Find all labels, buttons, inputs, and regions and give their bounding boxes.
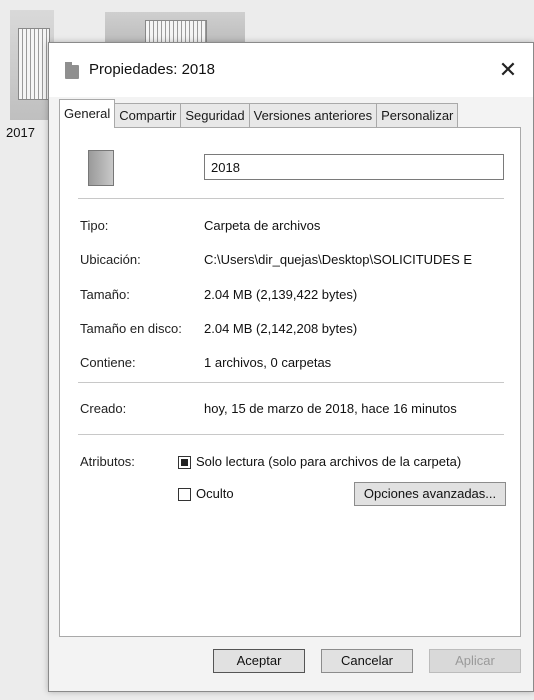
tab-versiones-anteriores[interactable]: Versiones anteriores bbox=[248, 103, 378, 128]
tab-compartir[interactable]: Compartir bbox=[114, 103, 182, 128]
type-value: Carpeta de archivos bbox=[204, 218, 321, 233]
hidden-checkbox[interactable] bbox=[178, 488, 191, 501]
created-label: Creado: bbox=[80, 401, 127, 416]
cancel-button[interactable]: Cancelar bbox=[321, 649, 413, 673]
size-label: Tamaño: bbox=[80, 287, 130, 302]
desktop-folder-label: 2017 bbox=[6, 125, 35, 140]
folder-large-icon bbox=[88, 150, 114, 186]
title-bar[interactable]: Propiedades: 2018 ✕ bbox=[49, 43, 533, 97]
size-on-disk-value: 2.04 MB (2,142,208 bytes) bbox=[204, 321, 358, 336]
folder-icon bbox=[65, 62, 79, 79]
location-label: Ubicación: bbox=[80, 252, 141, 267]
contains-label: Contiene: bbox=[80, 355, 136, 370]
location-value: C:\Users\dir_quejas\Desktop\SOLICITUDES … bbox=[204, 252, 473, 267]
close-button[interactable]: ✕ bbox=[493, 55, 523, 85]
separator bbox=[78, 434, 504, 435]
properties-dialog: Propiedades: 2018 ✕ General Compartir Se… bbox=[48, 42, 534, 692]
general-panel: Tipo: Carpeta de archivos Ubicación: C:\… bbox=[59, 127, 521, 637]
read-only-checkbox[interactable] bbox=[178, 456, 191, 469]
folder-name-input[interactable] bbox=[204, 154, 504, 180]
tab-personalizar[interactable]: Personalizar bbox=[376, 103, 459, 128]
contains-value: 1 archivos, 0 carpetas bbox=[204, 355, 332, 370]
created-value: hoy, 15 de marzo de 2018, hace 16 minuto… bbox=[204, 401, 457, 416]
tab-bar: General Compartir Seguridad Versiones an… bbox=[59, 99, 459, 128]
ok-button[interactable]: Aceptar bbox=[213, 649, 305, 673]
size-value: 2.04 MB (2,139,422 bytes) bbox=[204, 287, 358, 302]
attributes-label: Atributos: bbox=[80, 454, 135, 469]
window-title: Propiedades: 2018 bbox=[89, 61, 215, 78]
type-label: Tipo: bbox=[80, 218, 109, 233]
separator bbox=[78, 198, 504, 199]
hidden-label[interactable]: Oculto bbox=[196, 486, 234, 501]
apply-button[interactable]: Aplicar bbox=[429, 649, 521, 673]
advanced-options-button[interactable]: Opciones avanzadas... bbox=[354, 482, 506, 506]
tab-seguridad[interactable]: Seguridad bbox=[180, 103, 250, 128]
read-only-label[interactable]: Solo lectura (solo para archivos de la c… bbox=[196, 454, 461, 469]
size-on-disk-label: Tamaño en disco: bbox=[80, 321, 182, 336]
separator bbox=[78, 382, 504, 383]
tab-general[interactable]: General bbox=[59, 99, 116, 128]
